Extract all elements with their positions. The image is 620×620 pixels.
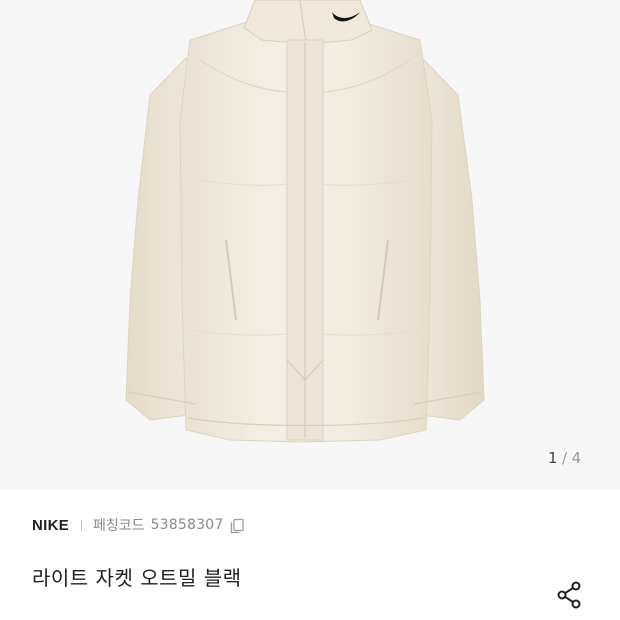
product-detail-screen: 1/4 NIKE 페칭코드 53858307 라이트 자켓 오트밀 블랙 [0, 0, 620, 620]
counter-separator: / [562, 449, 568, 467]
brand-name[interactable]: NIKE [32, 517, 69, 534]
product-code-value: 53858307 [150, 517, 224, 533]
copy-icon[interactable] [229, 518, 245, 534]
product-title: 라이트 자켓 오트밀 블랙 [32, 566, 242, 590]
jacket-photo [125, 0, 485, 443]
image-page-counter: 1/4 [548, 449, 582, 467]
share-icon[interactable] [554, 579, 586, 611]
product-meta-row: NIKE 페칭코드 53858307 [32, 514, 245, 536]
product-code-label: 페칭코드 [93, 518, 145, 534]
product-image-gallery[interactable]: 1/4 [0, 0, 620, 490]
counter-total: 4 [571, 449, 582, 467]
counter-current: 1 [548, 449, 559, 467]
meta-divider [81, 519, 83, 531]
